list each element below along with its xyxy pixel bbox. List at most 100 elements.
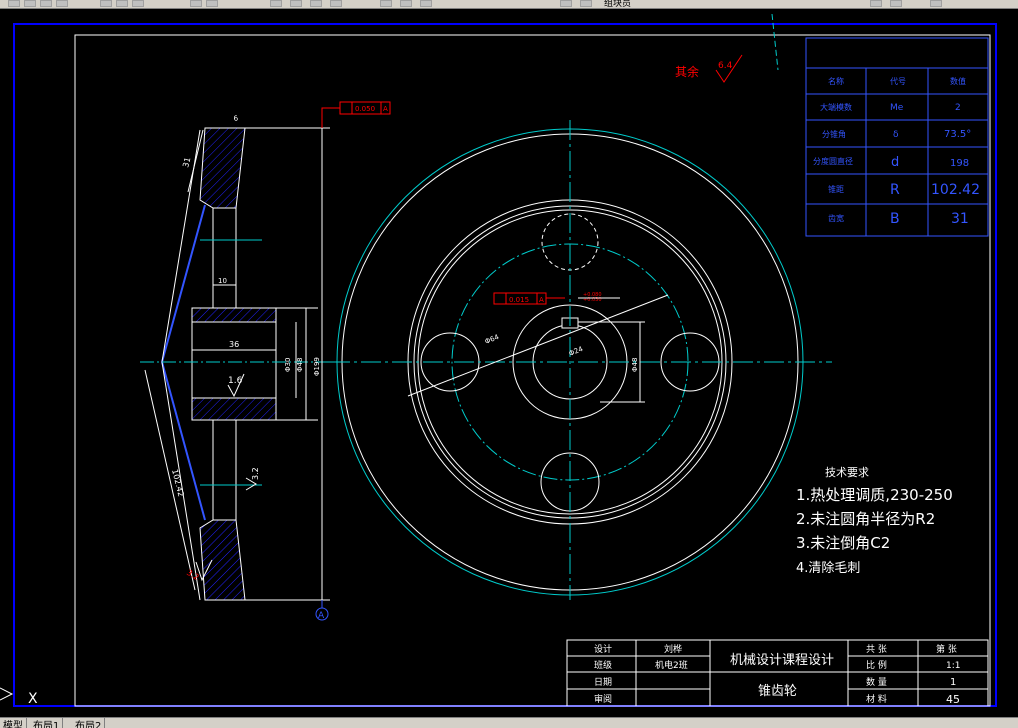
params-header-code: 代号 [890, 76, 906, 86]
params-table: 名称 代号 数值 大端模数 Me 2 分锥角 δ 73.5° 分度圆直径 d 1… [805, 37, 989, 237]
params-cell: Me [890, 103, 904, 113]
ucs-x-label: X [28, 691, 38, 707]
params-header-name: 名称 [828, 76, 844, 86]
params-cell: δ [893, 130, 899, 140]
help-icon[interactable] [870, 0, 882, 7]
tb-part-name: 锥齿轮 [758, 684, 797, 699]
hub-upper-section [191, 307, 277, 323]
params-cell: 73.5° [944, 129, 971, 140]
params-cell: R [890, 182, 900, 198]
print-icon[interactable] [56, 0, 68, 7]
pan-icon[interactable] [270, 0, 282, 7]
hub-bore [191, 321, 277, 399]
sheet-outer-border [13, 23, 997, 707]
params-cell: 分度圆直径 [813, 156, 853, 166]
tb-review-label: 审阅 [594, 693, 612, 705]
params-cell: d [891, 155, 899, 170]
tb-total-sheets: 共 张 [866, 644, 887, 655]
cut-icon[interactable] [100, 0, 112, 7]
layer-manager-icon[interactable] [890, 0, 902, 7]
dim-dia-48: Φ48 [296, 358, 304, 372]
dim-102: 102.42 [170, 468, 186, 497]
tech-item: 3.未注倒角C2 [796, 534, 890, 552]
design-center-icon[interactable] [400, 0, 412, 7]
lower-tooth-section [199, 519, 246, 601]
block-search-text[interactable]: 组块员 [604, 0, 631, 8]
tb-class-value: 机电2班 [655, 659, 688, 671]
tb-scale-value: 1:1 [946, 661, 960, 671]
tb-material-value: 45 [946, 693, 960, 706]
tech-title: 技术要求 [825, 466, 869, 479]
tolerance-top-datum: A [383, 105, 388, 113]
params-cell: 分锥角 [822, 129, 846, 139]
roughness-others-label: 其余 [675, 64, 699, 79]
title-block: 设计 刘桦 班级 机电2班 日期 审阅 机械设计课程设计 锥齿轮 共 张 第 张… [566, 639, 989, 707]
zoom-previous-icon[interactable] [330, 0, 342, 7]
zoom-icon[interactable] [290, 0, 302, 7]
tab-layout1[interactable]: 布局1 [30, 718, 64, 728]
params-cell: 2 [955, 103, 961, 113]
drawing-canvas[interactable]: 36 10 Φ30 Φ48 Φ199 31 6 102.42 1.6 3.2 3… [0, 9, 1018, 717]
tb-qty-label: 数 量 [866, 676, 887, 688]
datum-label: A [318, 611, 325, 621]
dim-36: 36 [229, 340, 239, 349]
undo-icon[interactable] [190, 0, 202, 7]
tech-requirements: 技术要求 1.热处理调质,230-250 2.未注圆角半径为R2 3.未注倒角C… [796, 466, 953, 576]
dim-key-48: Φ48 [631, 358, 639, 372]
copy-icon[interactable] [116, 0, 128, 7]
layout-tabs-bar: 模型 布局1 布局2 [0, 717, 1018, 728]
tb-class-label: 班级 [594, 659, 612, 671]
params-cell: 198 [950, 158, 969, 169]
params-cell: 102.42 [931, 182, 980, 198]
upper-web [212, 207, 237, 309]
tolerance-mid-datum: A [539, 296, 544, 304]
layer-icon[interactable] [560, 0, 572, 7]
params-cell: 齿宽 [828, 213, 844, 223]
redo-icon[interactable] [206, 0, 218, 7]
tolerance-leader-top [321, 107, 340, 128]
dim-6: 6 [233, 114, 239, 123]
layer-state-icon[interactable] [580, 0, 592, 7]
tab-layout2[interactable]: 布局2 [72, 718, 106, 728]
tolerance-mid-value: 0.015 [509, 296, 529, 304]
tb-qty-value: 1 [950, 677, 956, 688]
save-icon[interactable] [40, 0, 52, 7]
params-cell: 锥距 [828, 184, 844, 194]
zoom-window-icon[interactable] [310, 0, 322, 7]
stray-centerline [771, 13, 779, 71]
tb-course-title: 机械设计课程设计 [730, 653, 834, 668]
match-properties-icon[interactable] [930, 0, 942, 7]
dim-31: 31 [181, 156, 192, 168]
params-cell: B [890, 211, 900, 227]
dim-dia-64: Φ64 [484, 333, 501, 346]
tb-scale-label: 比 例 [866, 659, 887, 671]
dim-dia-30: Φ30 [284, 358, 292, 372]
params-header-value: 数值 [950, 76, 966, 86]
tb-designer-label: 设计 [594, 643, 612, 655]
tool-palette-icon[interactable] [420, 0, 432, 7]
tb-material-label: 材 料 [866, 693, 887, 705]
params-cell: 大端模数 [820, 102, 852, 112]
tech-item: 4.清除毛刺 [796, 561, 860, 576]
roughness-others-value: 6.4 [718, 61, 733, 71]
tb-date-label: 日期 [594, 677, 612, 688]
toolbar: 组块员 [0, 0, 1018, 9]
dim-line-102 [144, 369, 196, 591]
hub-lower-section [191, 397, 277, 421]
dim-10: 10 [218, 277, 227, 285]
paste-icon[interactable] [132, 0, 144, 7]
tolerance-top-value: 0.050 [355, 105, 375, 113]
properties-icon[interactable] [380, 0, 392, 7]
lower-web [212, 419, 237, 521]
tb-sheet-no: 第 张 [936, 643, 957, 655]
tab-model[interactable]: 模型 [0, 718, 27, 728]
new-file-icon[interactable] [8, 0, 20, 7]
ucs-icon [0, 687, 14, 701]
dim-dia-199: Φ199 [313, 357, 321, 376]
params-cell: 31 [951, 211, 969, 227]
roughness-3-2: 3.2 [251, 467, 260, 480]
front-view: Φ64 Φ24 Φ48 0.015 A +0.080 +0.030 [330, 120, 832, 600]
section-view: 36 10 Φ30 Φ48 Φ199 31 6 102.42 1.6 3.2 3… [140, 101, 391, 621]
open-file-icon[interactable] [24, 0, 36, 7]
tb-designer-value: 刘桦 [664, 643, 682, 655]
